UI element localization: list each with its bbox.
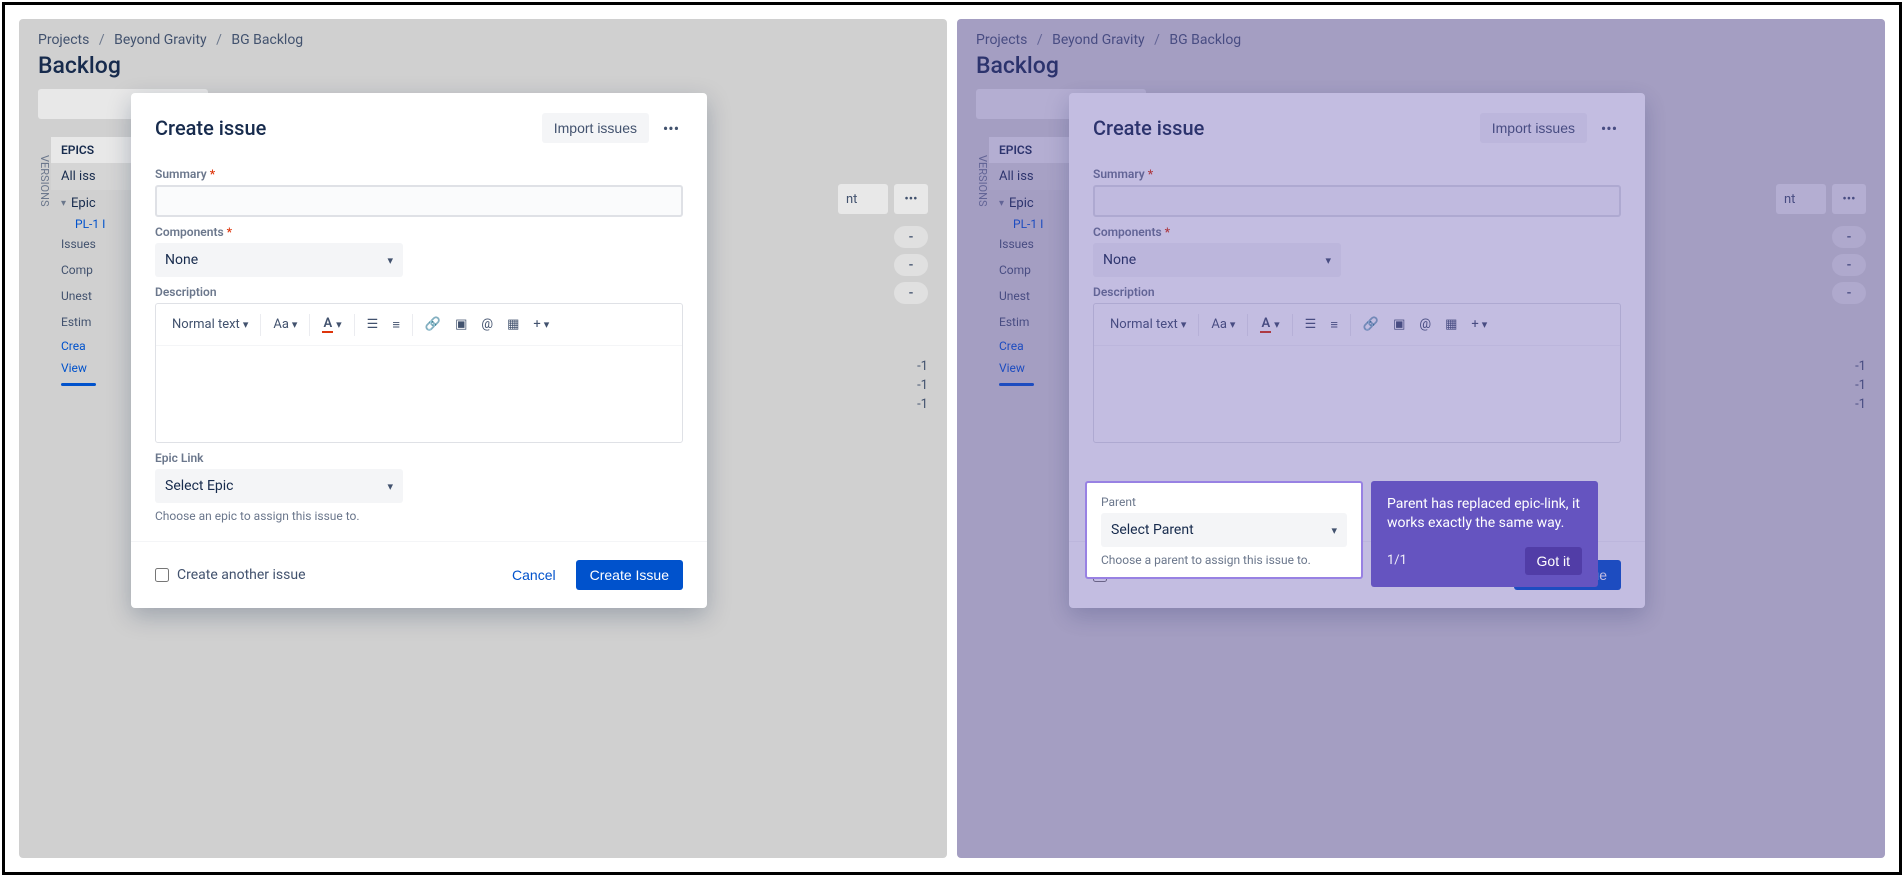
create-another-checkbox[interactable]: Create another issue [155, 567, 306, 583]
text-color-button[interactable]: A▾ [316, 312, 347, 337]
parent-select[interactable]: Select Parent ▾ [1101, 513, 1347, 547]
strip-id: -1 [1776, 397, 1866, 412]
import-issues-button[interactable]: Import issues [1480, 113, 1587, 143]
description-label: Description [1093, 285, 1621, 299]
strip-id: -1 [1776, 378, 1866, 393]
components-select[interactable]: None ▾ [1093, 243, 1341, 277]
chevron-down-icon: ▾ [1325, 254, 1331, 267]
text-format-button[interactable]: Aa▾ [267, 313, 303, 336]
chevron-down-icon: ▾ [61, 198, 66, 209]
strip-sprint-button[interactable]: nt [838, 184, 888, 214]
panel-before: Projects / Beyond Gravity / BG Backlog B… [19, 19, 947, 858]
summary-input[interactable] [155, 185, 683, 217]
dialog-title: Create issue [1093, 116, 1204, 140]
chevron-down-icon: ▾ [999, 198, 1004, 209]
components-label: Components * [155, 225, 683, 239]
image-icon[interactable]: ▣ [1387, 313, 1411, 336]
strip-id: -1 [838, 397, 928, 412]
right-strip: nt ••• - - - -1 -1 -1 [838, 184, 928, 416]
strip-id: -1 [838, 378, 928, 393]
strip-id: -1 [838, 359, 928, 374]
description-editor: Normal text ▾ Aa▾ A▾ ☰ ≡ 🔗 ▣ @ ▦ + ▾ [155, 303, 683, 443]
more-options-icon[interactable]: ••• [1597, 116, 1621, 140]
numbered-list-icon[interactable]: ≡ [1324, 313, 1344, 337]
breadcrumb-backlog[interactable]: BG Backlog [231, 32, 303, 48]
description-label: Description [155, 285, 683, 299]
bullet-list-icon[interactable]: ☰ [1299, 313, 1323, 336]
strip-pill: - [1832, 254, 1866, 276]
text-format-button[interactable]: Aa▾ [1205, 313, 1241, 336]
versions-rail[interactable]: VERSIONS [976, 137, 989, 386]
epic-link-helper: Choose an epic to assign this issue to. [155, 509, 683, 523]
epic-link-label: Epic Link [155, 451, 683, 465]
breadcrumb-project[interactable]: Beyond Gravity [1052, 32, 1145, 48]
link-icon[interactable]: 🔗 [419, 313, 447, 336]
create-issue-button[interactable]: Create Issue [576, 560, 683, 590]
mention-icon[interactable]: @ [1413, 313, 1437, 336]
page-title: Backlog [38, 52, 928, 79]
cancel-button[interactable]: Cancel [500, 560, 568, 590]
create-issue-dialog: Create issue Import issues ••• Summary *… [131, 93, 707, 608]
summary-label: Summary * [155, 167, 683, 181]
image-icon[interactable]: ▣ [449, 313, 473, 336]
insert-more-icon[interactable]: + ▾ [1465, 313, 1493, 336]
numbered-list-icon[interactable]: ≡ [386, 313, 406, 337]
parent-helper: Choose a parent to assign this issue to. [1101, 553, 1347, 567]
epic-progress-bar [61, 383, 96, 386]
strip-id: -1 [1776, 359, 1866, 374]
components-select[interactable]: None ▾ [155, 243, 403, 277]
table-icon[interactable]: ▦ [501, 313, 525, 336]
link-icon[interactable]: 🔗 [1357, 313, 1385, 336]
strip-sprint-button[interactable]: nt [1776, 184, 1826, 214]
epic-progress-bar [999, 383, 1034, 386]
versions-rail[interactable]: VERSIONS [38, 137, 51, 386]
editor-textarea[interactable] [1094, 346, 1620, 442]
chevron-down-icon: ▾ [1331, 524, 1337, 537]
breadcrumb: Projects / Beyond Gravity / BG Backlog [38, 32, 928, 48]
right-strip: nt ••• - - - -1 -1 -1 [1776, 184, 1866, 416]
onboarding-tooltip: Parent has replaced epic-link, it works … [1371, 481, 1598, 587]
components-label: Components * [1093, 225, 1621, 239]
mention-icon[interactable]: @ [475, 313, 499, 336]
summary-label: Summary * [1093, 167, 1621, 181]
create-another-checkbox-input[interactable] [155, 568, 169, 582]
panel-after: Projects / Beyond Gravity / BG Backlog B… [957, 19, 1885, 858]
text-color-button[interactable]: A▾ [1254, 312, 1285, 337]
bullet-list-icon[interactable]: ☰ [361, 313, 385, 336]
text-style-dropdown[interactable]: Normal text ▾ [1104, 313, 1192, 336]
tooltip-step-count: 1/1 [1387, 552, 1407, 570]
strip-pill: - [894, 226, 928, 248]
insert-more-icon[interactable]: + ▾ [527, 313, 555, 336]
tooltip-text: Parent has replaced epic-link, it works … [1387, 495, 1582, 533]
description-editor: Normal text ▾ Aa▾ A▾ ☰ ≡ 🔗 ▣ @ ▦ + ▾ [1093, 303, 1621, 443]
parent-label: Parent [1101, 495, 1347, 509]
breadcrumb-backlog[interactable]: BG Backlog [1169, 32, 1241, 48]
import-issues-button[interactable]: Import issues [542, 113, 649, 143]
strip-pill: - [1832, 282, 1866, 304]
more-options-icon[interactable]: ••• [659, 116, 683, 140]
got-it-button[interactable]: Got it [1525, 547, 1582, 575]
breadcrumb-projects[interactable]: Projects [38, 32, 89, 48]
dialog-title: Create issue [155, 116, 266, 140]
editor-textarea[interactable] [156, 346, 682, 442]
page-title: Backlog [976, 52, 1866, 79]
table-icon[interactable]: ▦ [1439, 313, 1463, 336]
editor-toolbar: Normal text ▾ Aa▾ A▾ ☰ ≡ 🔗 ▣ @ ▦ + ▾ [156, 304, 682, 346]
summary-input[interactable] [1093, 185, 1621, 217]
parent-field-spotlight: Parent Select Parent ▾ Choose a parent t… [1085, 481, 1363, 579]
editor-toolbar: Normal text ▾ Aa▾ A▾ ☰ ≡ 🔗 ▣ @ ▦ + ▾ [1094, 304, 1620, 346]
strip-pill: - [894, 282, 928, 304]
breadcrumb-project[interactable]: Beyond Gravity [114, 32, 207, 48]
chevron-down-icon: ▾ [387, 254, 393, 267]
text-style-dropdown[interactable]: Normal text ▾ [166, 313, 254, 336]
strip-pill: - [894, 254, 928, 276]
strip-pill: - [1832, 226, 1866, 248]
strip-more-button[interactable]: ••• [894, 184, 928, 214]
epic-link-select[interactable]: Select Epic ▾ [155, 469, 403, 503]
breadcrumb: Projects / Beyond Gravity / BG Backlog [976, 32, 1866, 48]
strip-more-button[interactable]: ••• [1832, 184, 1866, 214]
breadcrumb-projects[interactable]: Projects [976, 32, 1027, 48]
chevron-down-icon: ▾ [387, 480, 393, 493]
